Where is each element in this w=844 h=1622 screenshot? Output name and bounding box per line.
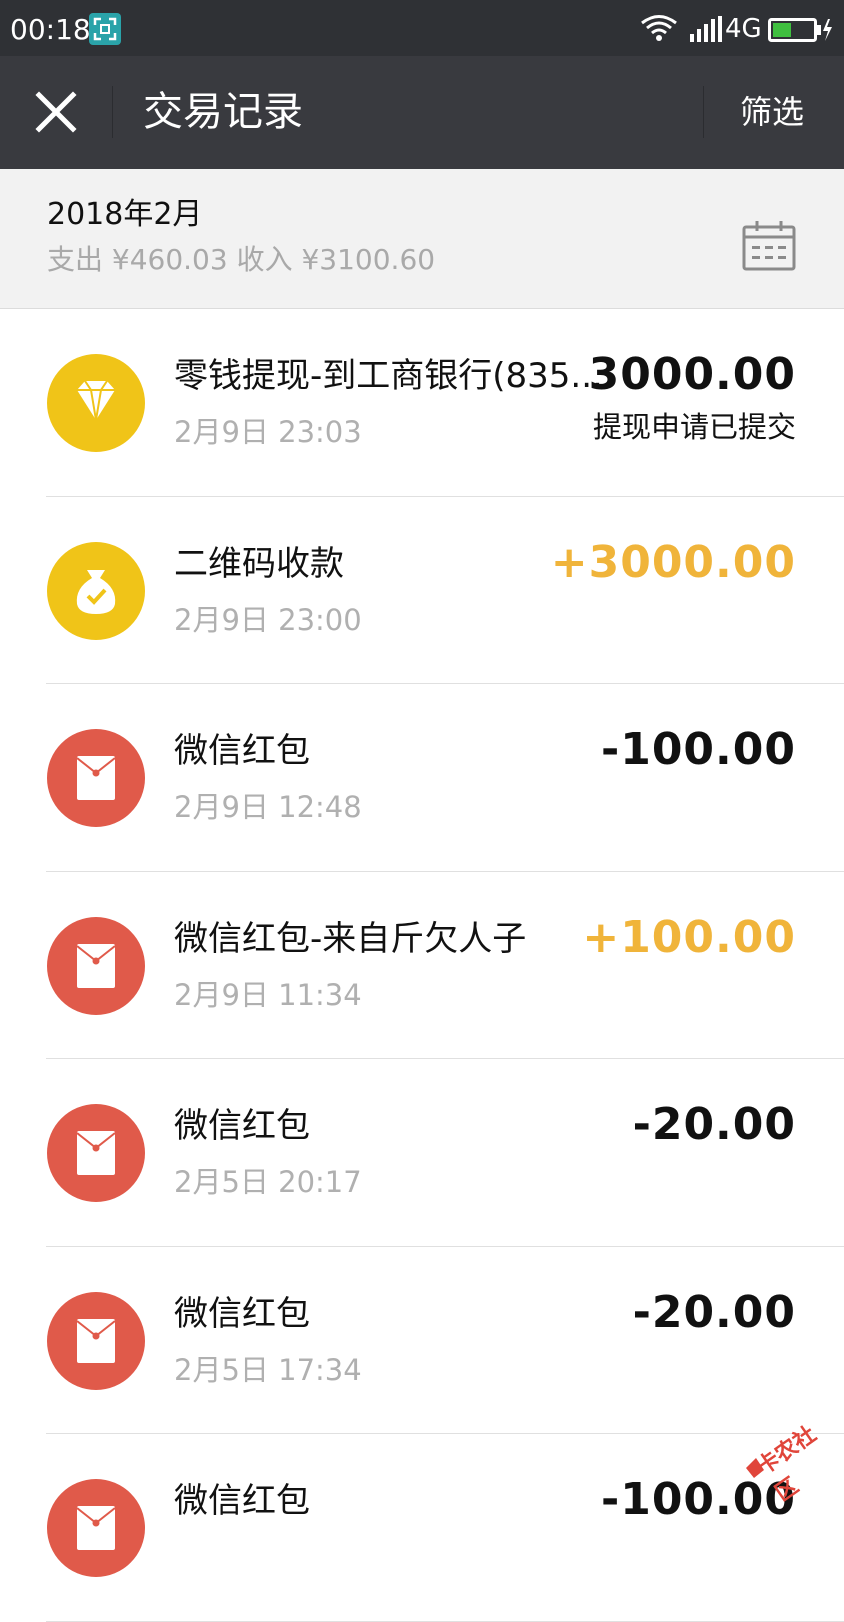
transaction-title: 微信红包 (174, 1293, 310, 1334)
transaction-title: 微信红包 (174, 1106, 310, 1146)
transaction-title: 零钱提现-到工商银行(835... (174, 356, 603, 396)
transaction-row[interactable]: 零钱提现-到工商银行(835... 2月9日 23:03 3000.00 提现申请已提… (0, 309, 844, 497)
nav-bar: 交易记录 筛选 (0, 56, 844, 169)
transaction-title: 二维码收款 (174, 543, 344, 584)
month-header: 2018年2月 支出 ¥460.03 收入 ¥3100.60 (0, 169, 844, 309)
nav-divider (703, 86, 704, 138)
transaction-date: 2月9日 23:03 (174, 415, 362, 449)
red-packet-icon (47, 1104, 145, 1202)
transaction-amount: -100.00 (600, 724, 796, 775)
transaction-title: 微信红包 (174, 731, 310, 771)
transaction-date: 2月9日 12:48 (174, 790, 362, 824)
transaction-row[interactable]: 微信红包 2月9日 12:48 -100.00 (0, 684, 844, 872)
battery-charging-icon (768, 17, 834, 47)
month-title: 2018年2月 (47, 197, 203, 232)
red-packet-icon (47, 1479, 145, 1577)
row-divider (46, 1620, 844, 1622)
red-packet-icon (47, 916, 145, 1015)
red-packet-icon (47, 729, 145, 827)
transaction-date: 2月5日 17:34 (174, 1352, 362, 1387)
calendar-icon[interactable] (742, 219, 796, 273)
close-icon[interactable] (30, 86, 82, 138)
transaction-list: 零钱提现-到工商银行(835... 2月9日 23:03 3000.00 提现申请已提… (0, 309, 844, 1622)
transaction-amount: +3000.00 (550, 536, 796, 588)
transaction-date: 2月9日 23:00 (174, 602, 362, 637)
transaction-status: 提现申请已提交 (592, 410, 796, 444)
transaction-date: 2月9日 11:34 (174, 977, 362, 1012)
filter-button[interactable]: 筛选 (740, 92, 804, 132)
transaction-date: 2月5日 20:17 (174, 1165, 362, 1199)
transaction-row[interactable]: 微信红包-来自斤欠人子 2月9日 11:34 +100.00 (0, 872, 844, 1059)
transaction-row[interactable]: 微信红包 2月5日 17:34 -20.00 (0, 1247, 844, 1434)
red-packet-icon (47, 1291, 145, 1390)
transaction-amount: 3000.00 (588, 349, 796, 400)
network-type: 4G (725, 14, 762, 44)
transaction-row[interactable]: 微信红包 -100.00 (0, 1434, 844, 1622)
transaction-amount: -20.00 (632, 1286, 796, 1338)
diamond-icon (47, 354, 145, 452)
transaction-amount: -20.00 (632, 1099, 796, 1150)
scan-icon (89, 13, 121, 45)
nav-divider (112, 86, 113, 138)
status-bar: 00:18 4G (0, 0, 844, 56)
transaction-title: 微信红包-来自斤欠人子 (174, 918, 527, 959)
money-bag-icon (47, 541, 145, 640)
status-time: 00:18 (10, 13, 91, 46)
transaction-title: 微信红包 (174, 1481, 310, 1521)
transaction-amount: +100.00 (582, 911, 796, 963)
month-summary: 支出 ¥460.03 收入 ¥3100.60 (47, 243, 436, 276)
page-title: 交易记录 (143, 89, 303, 135)
transaction-row[interactable]: 二维码收款 2月9日 23:00 +3000.00 (0, 497, 844, 684)
transaction-row[interactable]: 微信红包 2月5日 20:17 -20.00 (0, 1059, 844, 1247)
wifi-icon (640, 14, 678, 46)
signal-icon (690, 16, 724, 46)
